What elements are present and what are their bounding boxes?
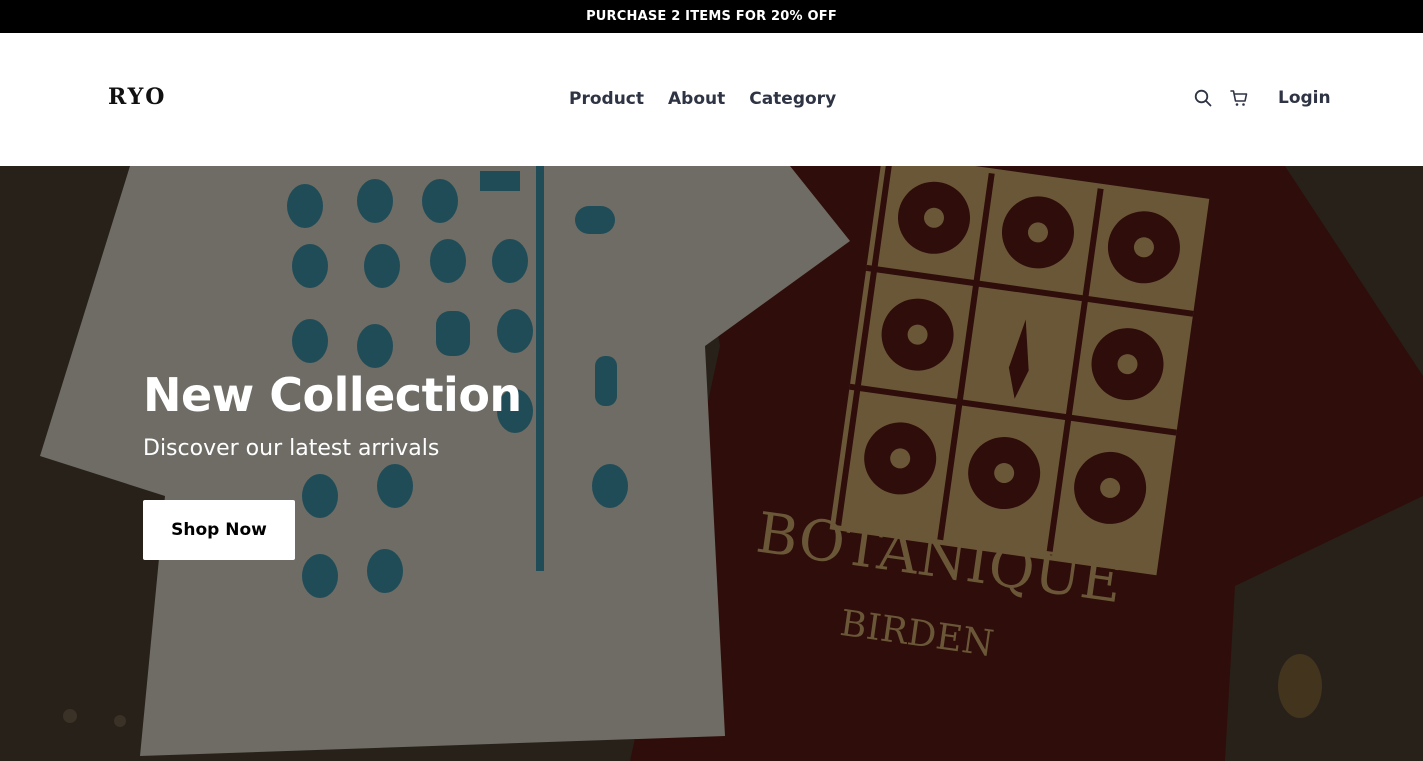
shop-now-button[interactable]: Shop Now (143, 500, 295, 560)
hero-title: New Collection (143, 368, 522, 422)
site-header: RYO Product About Category Login (0, 33, 1423, 166)
promo-text: PURCHASE 2 ITEMS FOR 20% OFF (586, 9, 837, 24)
search-icon[interactable] (1193, 87, 1213, 109)
hero-subtitle: Discover our latest arrivals (143, 436, 440, 461)
hero-banner: BOTANIQUE BIRDEN New Collection Discover… (0, 166, 1423, 761)
nav-link-category[interactable]: Category (749, 89, 836, 109)
hero-content: New Collection Discover our latest arriv… (143, 368, 522, 560)
login-link[interactable]: Login (1278, 88, 1331, 108)
main-nav: Product About Category (569, 89, 836, 109)
header-actions: Login (1193, 87, 1331, 109)
nav-link-product[interactable]: Product (569, 89, 644, 109)
promo-bar: PURCHASE 2 ITEMS FOR 20% OFF (0, 0, 1423, 33)
nav-link-about[interactable]: About (668, 89, 725, 109)
hero-overlay (0, 166, 1423, 761)
cart-icon[interactable] (1229, 87, 1249, 109)
logo[interactable]: RYO (108, 84, 166, 110)
